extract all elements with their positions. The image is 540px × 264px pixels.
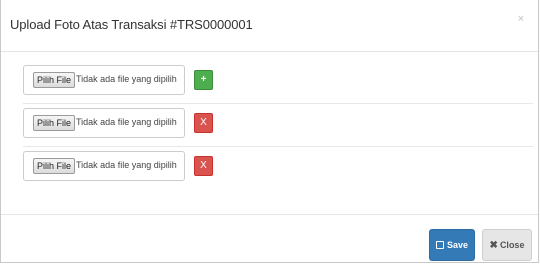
file-row: Pilih File Tidak ada file yang dipilih X [23, 104, 533, 146]
times-icon: ✖ [489, 240, 498, 251]
add-file-button[interactable]: + [194, 70, 213, 90]
remove-file-button[interactable]: X [194, 156, 213, 176]
file-status-text: Tidak ada file yang dipilih [76, 160, 177, 170]
save-button-label: Save [446, 240, 469, 250]
close-button-label: Close [499, 240, 525, 250]
remove-file-button[interactable]: X [194, 113, 213, 133]
file-input[interactable]: Pilih File Tidak ada file yang dipilih [23, 151, 185, 181]
choose-file-button[interactable]: Pilih File [33, 72, 76, 88]
file-input[interactable]: Pilih File Tidak ada file yang dipilih [23, 65, 185, 95]
file-status-text: Tidak ada file yang dipilih [76, 117, 177, 127]
modal-header: Upload Foto Atas Transaksi #TRS0000001 × [1, 0, 538, 52]
save-button[interactable]: Save [429, 229, 475, 261]
file-status-text: Tidak ada file yang dipilih [76, 74, 177, 84]
file-input[interactable]: Pilih File Tidak ada file yang dipilih [23, 108, 185, 138]
upload-photo-modal: Upload Foto Atas Transaksi #TRS0000001 ×… [0, 0, 539, 263]
choose-file-button[interactable]: Pilih File [33, 115, 76, 131]
close-icon[interactable]: × [518, 14, 524, 25]
modal-footer-divider [1, 214, 538, 215]
file-row: Pilih File Tidak ada file yang dipilih X [23, 147, 533, 189]
close-button[interactable]: ✖ Close [482, 229, 532, 261]
choose-file-button[interactable]: Pilih File [33, 158, 76, 174]
modal-title: Upload Foto Atas Transaksi #TRS0000001 [10, 17, 253, 32]
edit-icon [435, 241, 444, 249]
file-row: Pilih File Tidak ada file yang dipilih + [23, 61, 533, 103]
